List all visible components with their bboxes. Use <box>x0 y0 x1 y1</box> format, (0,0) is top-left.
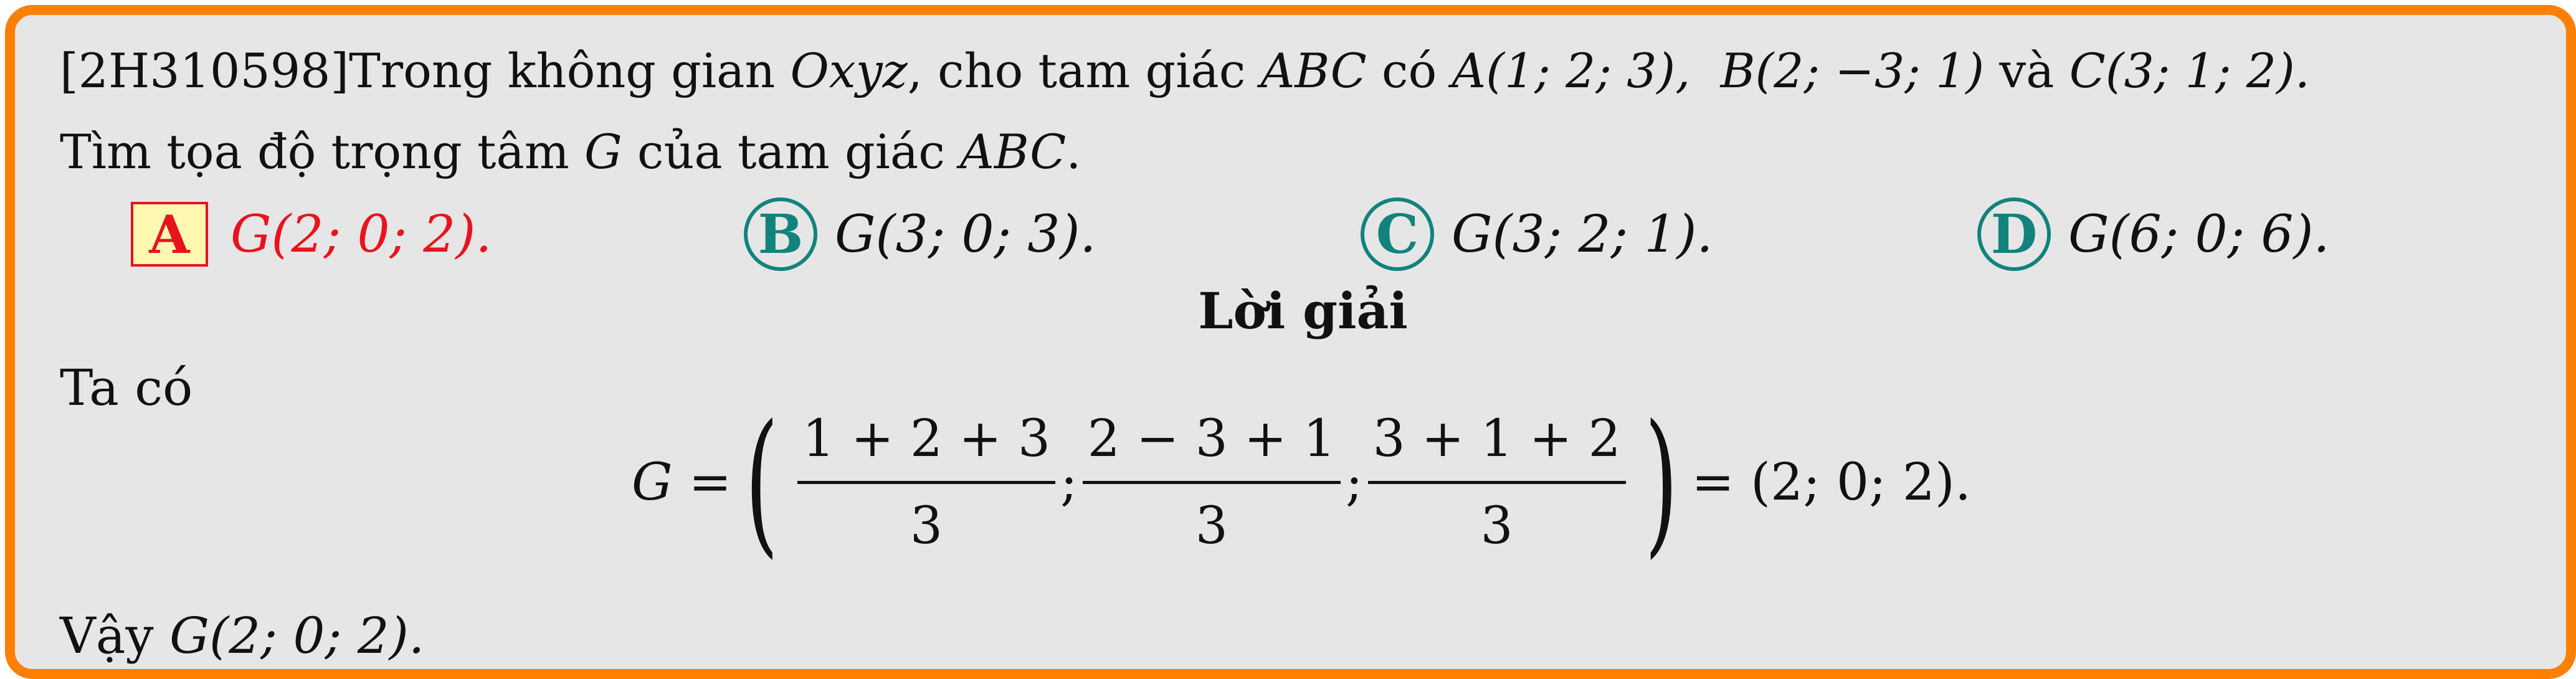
option-a[interactable]: A G(2; 0; 2). <box>131 199 492 269</box>
separator-2: ; <box>1345 452 1363 512</box>
fraction-x-denominator: 3 <box>910 496 943 556</box>
conclusion-math: G(2; 0; 2). <box>169 607 425 665</box>
option-d[interactable]: D G(6; 0; 6). <box>1977 197 2330 271</box>
option-b[interactable]: B G(3; 0; 3). <box>744 197 1096 271</box>
centroid-equation: G = ( 1 + 2 + 3 3 ; 2 − 3 + 1 3 ; 3 + 1 … <box>632 401 1990 563</box>
prompt-start: Tìm tọa độ trọng tâm <box>60 124 585 179</box>
question-card: [2H310598]Trong không gian Oxyz, cho tam… <box>5 5 2576 679</box>
option-c-text: G(3; 2; 1). <box>1452 204 1713 264</box>
prompt-end: của tam giác <box>622 124 960 179</box>
option-c[interactable]: C G(3; 2; 1). <box>1361 197 1713 271</box>
centroid-label: G <box>584 124 622 179</box>
option-c-marker: C <box>1361 197 1434 271</box>
fraction-y: 2 − 3 + 1 3 <box>1082 409 1341 556</box>
question-and: và <box>1984 43 2070 98</box>
option-d-marker: D <box>1977 197 2051 271</box>
solution-title: Lời giải <box>1198 282 1408 340</box>
conclusion-text: Vậy <box>60 607 170 665</box>
option-d-text: G(6; 0; 6). <box>2068 204 2330 264</box>
option-b-text: G(3; 0; 3). <box>835 204 1096 264</box>
option-a-marker: A <box>131 202 208 267</box>
question-intro: Trong không gian <box>349 43 791 98</box>
solution-intro: Ta có <box>60 359 193 417</box>
left-paren: ( <box>745 391 779 572</box>
question-has: có <box>1366 43 1452 98</box>
fraction-z-denominator: 3 <box>1480 496 1513 556</box>
fraction-x-numerator: 1 + 2 + 3 <box>797 409 1056 484</box>
point-a: A(1; 2; 3), <box>1452 43 1691 98</box>
space-label: Oxyz <box>790 43 908 98</box>
question-line-1: [2H310598]Trong không gian Oxyz, cho tam… <box>60 47 2310 95</box>
prompt-triangle: ABC <box>959 124 1067 179</box>
question-code: [2H310598] <box>60 43 349 98</box>
separator-1: ; <box>1060 452 1078 512</box>
right-paren: ) <box>1644 391 1678 572</box>
equation-lhs: G = <box>632 452 732 512</box>
fraction-y-numerator: 2 − 3 + 1 <box>1082 409 1341 484</box>
point-b: B(2; −3; 1) <box>1720 43 1985 98</box>
fraction-x: 1 + 2 + 3 3 <box>797 409 1056 556</box>
fraction-y-denominator: 3 <box>1195 496 1228 556</box>
question-line-2: Tìm tọa độ trọng tâm G của tam giác ABC. <box>60 128 1081 176</box>
triangle-label: ABC <box>1260 43 1367 98</box>
point-c: C(3; 1; 2). <box>2069 43 2310 98</box>
fraction-z-numerator: 3 + 1 + 2 <box>1367 409 1626 484</box>
question-mid: , cho tam giác <box>907 43 1261 98</box>
prompt-period: . <box>1066 124 1081 179</box>
conclusion: Vậy G(2; 0; 2). <box>60 607 424 665</box>
option-a-text: G(2; 0; 2). <box>231 204 492 264</box>
option-b-marker: B <box>744 197 817 271</box>
equation-rhs: = (2; 0; 2). <box>1691 452 1971 512</box>
fraction-z: 3 + 1 + 2 3 <box>1367 409 1626 556</box>
